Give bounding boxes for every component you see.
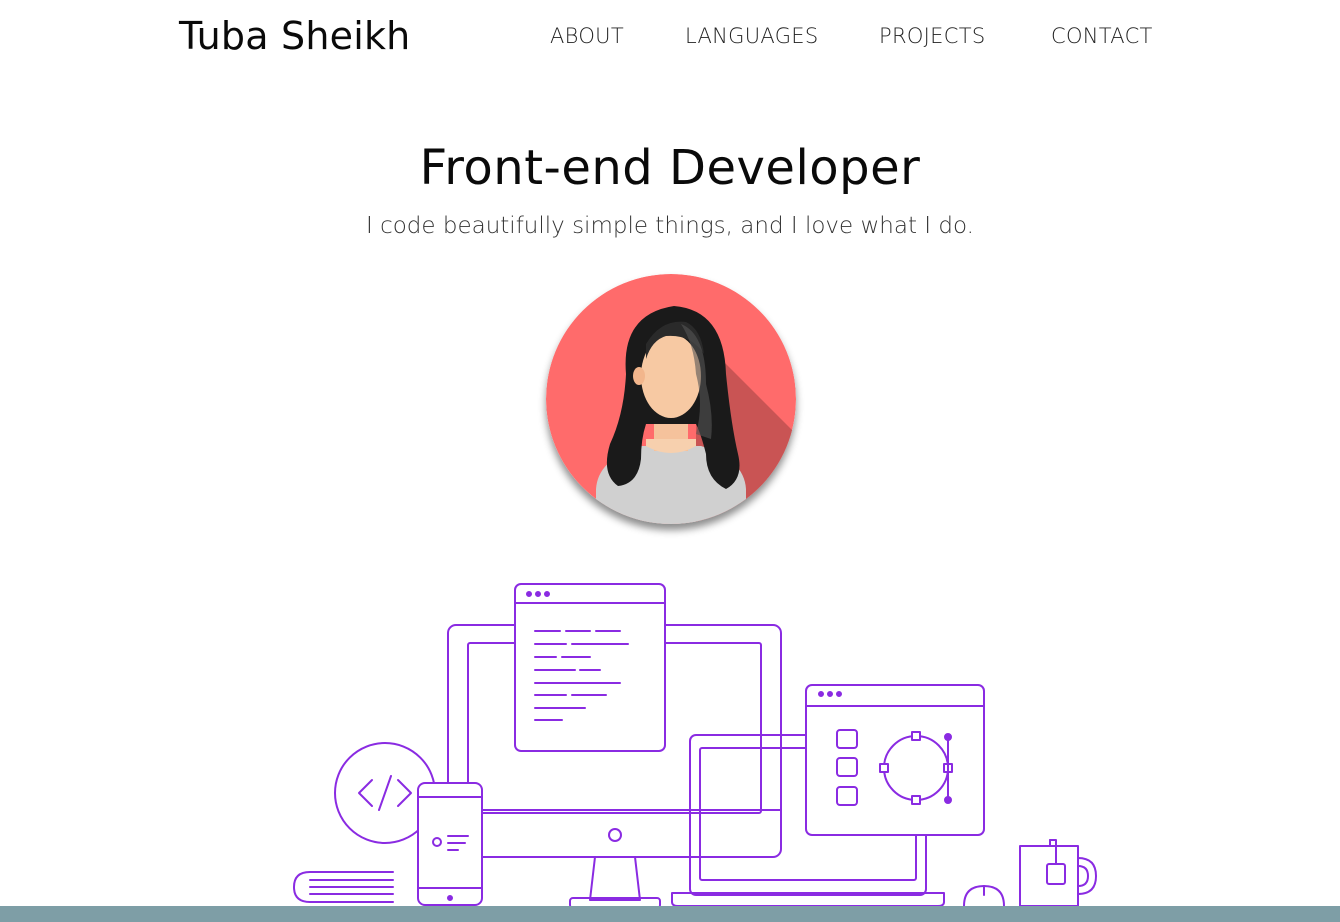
devices-illustration bbox=[280, 570, 1120, 915]
hero-subtitle: I code beautifully simple things, and I … bbox=[366, 213, 974, 239]
nav-about[interactable]: ABOUT bbox=[550, 24, 624, 48]
site-header: Tuba Sheikh ABOUT LANGUAGES PROJECTS CON… bbox=[0, 0, 1340, 80]
main-nav: ABOUT LANGUAGES PROJECTS CONTACT bbox=[0, 24, 1340, 54]
avatar bbox=[546, 274, 796, 524]
devices-workspace-illustration bbox=[293, 583, 1097, 909]
hero-title: Front-end Developer bbox=[419, 140, 921, 196]
footer-bar bbox=[0, 906, 1340, 922]
nav-contact[interactable]: CONTACT bbox=[1051, 24, 1153, 48]
woman-avatar-icon bbox=[546, 274, 796, 524]
nav-projects[interactable]: PROJECTS bbox=[879, 24, 985, 48]
nav-languages[interactable]: LANGUAGES bbox=[685, 24, 818, 48]
